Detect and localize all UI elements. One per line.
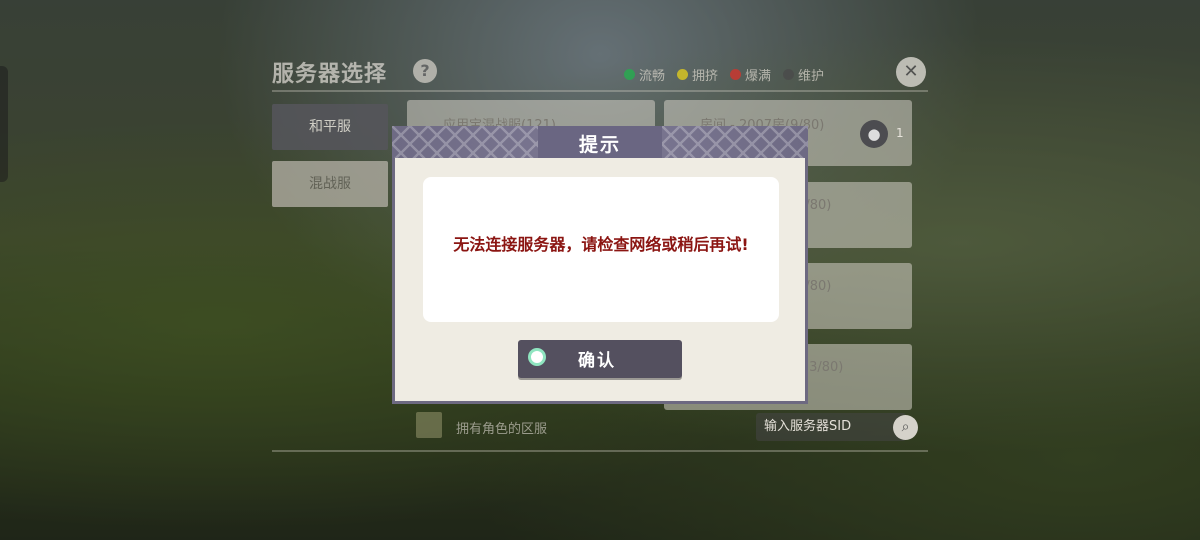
legend-label: 爆满	[745, 69, 772, 84]
legend-smooth: 流畅	[624, 65, 665, 84]
tab-melee-server[interactable]: 混战服	[272, 161, 388, 207]
legend-label: 维护	[798, 69, 825, 84]
player-count: 1	[896, 126, 904, 140]
yellow-dot-icon	[677, 69, 689, 80]
header-divider	[272, 90, 928, 92]
ring-icon	[528, 348, 546, 366]
status-legend: 流畅 拥挤 爆满 维护	[624, 65, 824, 84]
dialog-message: 无法连接服务器，请检查网络或稍后再试!	[453, 235, 749, 254]
owned-roles-checkbox[interactable]	[416, 412, 442, 438]
side-drawer-handle[interactable]	[0, 66, 8, 182]
confirm-button[interactable]: 确认	[518, 340, 682, 378]
legend-crowded: 拥挤	[677, 65, 718, 84]
dialog-message-box: 无法连接服务器，请检查网络或稍后再试!	[423, 177, 779, 322]
tab-peace-server[interactable]: 和平服	[272, 104, 388, 150]
legend-full: 爆满	[730, 65, 771, 84]
user-icon: ●	[860, 120, 888, 148]
alert-dialog: 提示 无法连接服务器，请检查网络或稍后再试! 确认	[392, 126, 808, 404]
legend-maintenance: 维护	[783, 65, 824, 84]
legend-label: 流畅	[639, 69, 666, 84]
dialog-title: 提示	[578, 134, 621, 156]
red-dot-icon	[730, 69, 742, 80]
green-dot-icon	[624, 69, 635, 80]
close-icon[interactable]: ✕	[896, 57, 926, 87]
owned-roles-label: 拥有角色的区服	[456, 422, 548, 437]
footer-divider	[272, 450, 928, 452]
dialog-header: 提示	[392, 126, 808, 158]
server-card-label: (3/80)	[804, 360, 844, 375]
server-sid-input[interactable]: 输入服务器SID	[756, 413, 906, 441]
gray-dot-icon	[783, 69, 795, 80]
help-icon[interactable]: ?	[413, 59, 437, 83]
legend-label: 拥挤	[692, 69, 719, 84]
confirm-label: 确认	[578, 351, 616, 371]
search-icon[interactable]: ⌕	[893, 415, 918, 440]
page-title: 服务器选择	[272, 62, 388, 87]
